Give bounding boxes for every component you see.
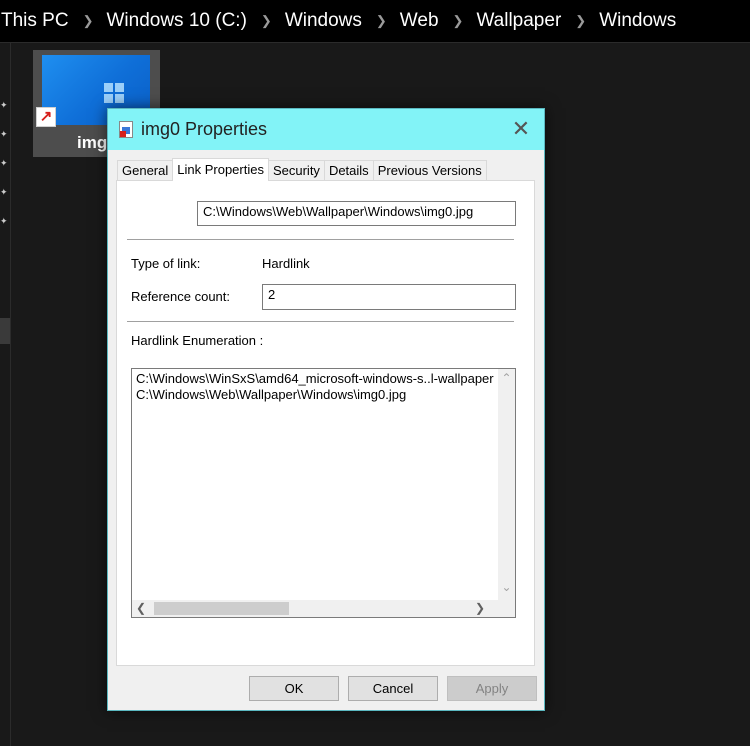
breadcrumb-windows-folder[interactable]: ❯ Windows (561, 10, 676, 32)
divider (127, 239, 514, 240)
nav-selected-item[interactable] (0, 318, 10, 344)
enumeration-label: Hardlink Enumeration : (131, 333, 264, 348)
shortcut-arrow-icon: ↗ (36, 107, 56, 127)
type-of-link-value: Hardlink (262, 256, 310, 271)
address-bar[interactable]: This PC ❯ Windows 10 (C:) ❯ Windows ❯ Web ❯… (0, 0, 750, 43)
windows-logo-icon (104, 83, 124, 103)
reference-count-field[interactable]: 2 (262, 284, 516, 310)
breadcrumb-windows[interactable]: ❯ Windows (247, 10, 362, 32)
breadcrumb-this-pc[interactable]: This PC (0, 10, 69, 32)
scroll-right-icon[interactable]: ❯ (475, 602, 485, 614)
dialog-title-bar[interactable]: img0 Properties ✕ (108, 109, 544, 150)
list-item[interactable]: C:\Windows\WinSxS\amd64_microsoft-window… (136, 371, 494, 386)
chevron-right-icon: ❯ (260, 13, 272, 28)
properties-dialog: img0 Properties ✕ General Link Propertie… (107, 108, 545, 711)
tab-security[interactable]: Security (267, 160, 325, 181)
hardlink-enumeration-list[interactable]: C:\Windows\WinSxS\amd64_microsoft-window… (131, 368, 516, 618)
type-of-link-label: Type of link: (131, 256, 201, 271)
breadcrumb-label: This PC (1, 10, 69, 31)
breadcrumb-web[interactable]: ❯ Web (362, 10, 439, 32)
tab-strip: General Link Properties Security Details… (117, 158, 487, 181)
breadcrumb-label: Wallpaper (476, 10, 562, 31)
chevron-right-icon: ❯ (452, 13, 464, 28)
chevron-right-icon: ❯ (82, 13, 94, 28)
chevron-right-icon: ❯ (575, 13, 587, 28)
target-path-field[interactable]: C:\Windows\Web\Wallpaper\Windows\img0.jp… (197, 201, 516, 226)
pin-icon[interactable]: ✦ (0, 129, 8, 139)
breadcrumb-label: Windows 10 (C:) (106, 10, 247, 31)
cancel-button[interactable]: Cancel (348, 676, 438, 701)
tab-details[interactable]: Details (323, 160, 374, 181)
breadcrumb-label: Windows (599, 10, 677, 31)
pin-icon[interactable]: ✦ (0, 187, 8, 197)
ok-button[interactable]: OK (249, 676, 339, 701)
close-button[interactable]: ✕ (498, 109, 544, 150)
breadcrumb-wallpaper[interactable]: ❯ Wallpaper (439, 10, 562, 32)
scroll-up-icon[interactable]: ⌃ (500, 372, 513, 384)
tab-link-properties[interactable]: Link Properties (172, 158, 269, 181)
link-properties-panel: C:\Windows\Web\Wallpaper\Windows\img0.jp… (116, 180, 535, 666)
chevron-right-icon: ❯ (375, 13, 387, 28)
close-icon: ✕ (511, 116, 531, 141)
breadcrumb-windows-10-c[interactable]: ❯ Windows 10 (C:) (69, 10, 247, 32)
vertical-scrollbar[interactable]: ⌃ ⌄ (498, 369, 515, 600)
divider (127, 321, 514, 322)
scroll-left-icon[interactable]: ❮ (136, 602, 146, 614)
scrollbar-corner (498, 600, 515, 617)
pin-icon[interactable]: ✦ (0, 158, 8, 168)
dialog-title: img0 Properties (141, 119, 268, 139)
pin-icon[interactable]: ✦ (0, 216, 8, 226)
breadcrumb-label: Web (399, 10, 439, 31)
navigation-pane[interactable]: ✦ ✦ ✦ ✦ ✦ (0, 43, 11, 746)
breadcrumb-label: Windows (284, 10, 362, 31)
tab-previous-versions[interactable]: Previous Versions (372, 160, 487, 181)
pin-icon[interactable]: ✦ (0, 100, 8, 110)
horizontal-scrollbar[interactable]: ❮ ❯ (132, 600, 498, 617)
scrollbar-thumb[interactable] (154, 602, 289, 615)
image-file-icon (119, 121, 133, 138)
list-item[interactable]: C:\Windows\Web\Wallpaper\Windows\img0.jp… (136, 387, 406, 402)
apply-button[interactable]: Apply (447, 676, 537, 701)
tab-general[interactable]: General (117, 160, 174, 181)
reference-count-label: Reference count: (131, 289, 231, 304)
scroll-down-icon[interactable]: ⌄ (500, 581, 513, 593)
